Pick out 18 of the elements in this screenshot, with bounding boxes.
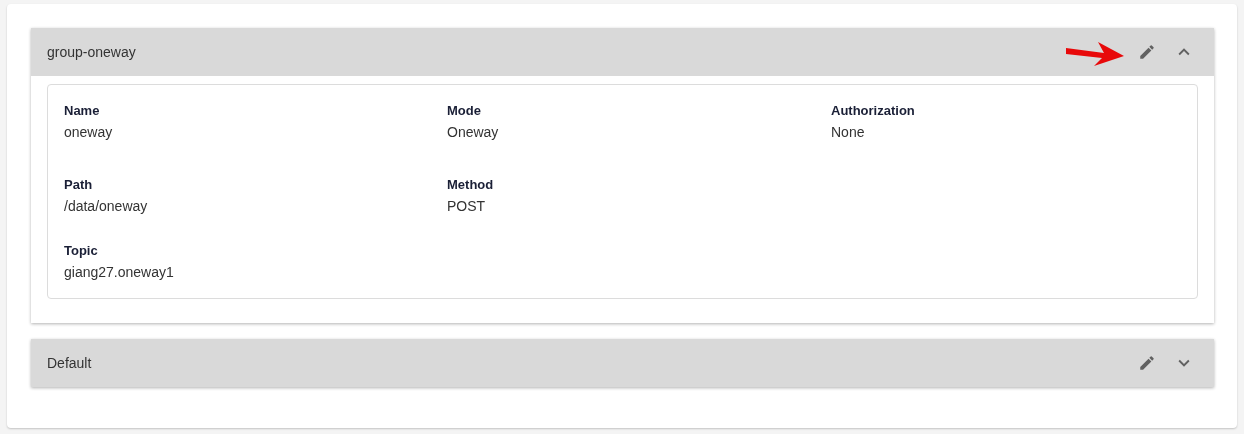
field-label: Authorization — [831, 103, 915, 118]
field-label: Method — [447, 177, 494, 192]
field-label: Topic — [64, 243, 98, 258]
field-value: None — [831, 124, 865, 140]
pencil-icon — [1138, 354, 1156, 372]
accordion-header[interactable]: group-oneway — [31, 28, 1214, 76]
pencil-icon — [1138, 43, 1156, 61]
field-value: POST — [447, 198, 486, 214]
field-label: Mode — [447, 103, 481, 118]
field-value: Oneway — [447, 124, 499, 140]
field-value: /data/oneway — [64, 198, 148, 214]
field-value: giang27.oneway1 — [64, 264, 174, 280]
accordion-header[interactable]: Default — [31, 339, 1214, 387]
panel-title: group-oneway — [47, 44, 137, 60]
panel-title: Default — [47, 355, 93, 371]
field-label: Path — [64, 177, 93, 192]
field-value: oneway — [64, 124, 113, 140]
field-label: Name — [64, 103, 100, 118]
